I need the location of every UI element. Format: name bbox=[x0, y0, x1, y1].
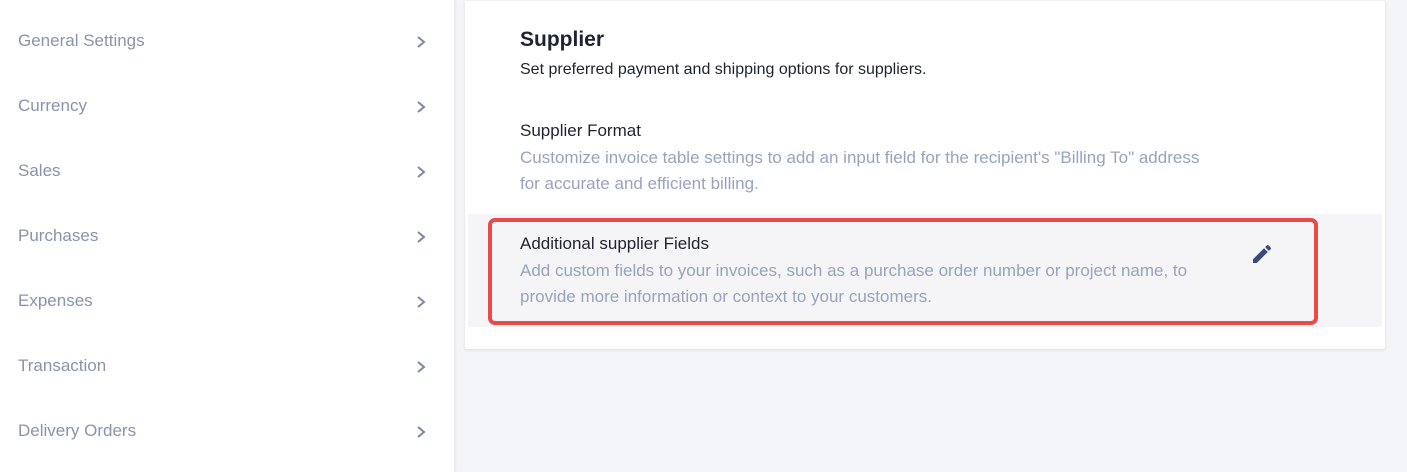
sidebar-item-label: Sales bbox=[18, 161, 61, 180]
sidebar-item-currency[interactable]: Currency bbox=[0, 75, 454, 140]
chevron-right-icon bbox=[417, 101, 426, 113]
settings-sidebar: General Settings Currency Sales Purchase… bbox=[0, 0, 454, 472]
supplier-settings-card: Supplier Set preferred payment and shipp… bbox=[465, 1, 1385, 349]
sidebar-item-label: Expenses bbox=[18, 291, 93, 310]
sidebar-item-label: General Settings bbox=[18, 31, 145, 50]
sidebar-item-purchases[interactable]: Purchases bbox=[0, 205, 454, 270]
sidebar-item-label: Transaction bbox=[18, 356, 107, 375]
setting-title: Additional supplier Fields bbox=[520, 234, 709, 253]
sidebar-item-expenses[interactable]: Expenses bbox=[0, 270, 454, 335]
setting-description: Customize invoice table settings to add … bbox=[520, 148, 1200, 193]
sidebar-item-label: Delivery Orders bbox=[18, 421, 137, 440]
sidebar-item-label: Currency bbox=[18, 96, 87, 115]
page-title: Supplier bbox=[520, 28, 605, 51]
page-subtitle: Set preferred payment and shipping optio… bbox=[520, 61, 927, 78]
chevron-right-icon bbox=[417, 36, 426, 48]
chevron-right-icon bbox=[417, 426, 426, 438]
chevron-right-icon bbox=[417, 361, 426, 373]
setting-additional-supplier-fields[interactable]: Additional supplier Fields Add custom fi… bbox=[468, 214, 1382, 327]
chevron-right-icon bbox=[417, 166, 426, 178]
setting-description: Add custom fields to your invoices, such… bbox=[520, 261, 1188, 306]
chevron-right-icon bbox=[417, 296, 426, 308]
chevron-right-icon bbox=[417, 231, 426, 243]
setting-title: Supplier Format bbox=[520, 121, 641, 140]
sidebar-item-sales[interactable]: Sales bbox=[0, 140, 454, 205]
sidebar-item-general-settings[interactable]: General Settings bbox=[0, 10, 454, 75]
sidebar-item-transaction[interactable]: Transaction bbox=[0, 335, 454, 400]
pencil-icon[interactable] bbox=[1250, 242, 1274, 266]
sidebar-item-delivery-orders[interactable]: Delivery Orders bbox=[0, 400, 454, 465]
sidebar-item-label: Purchases bbox=[18, 226, 99, 245]
setting-supplier-format[interactable]: Supplier Format Customize invoice table … bbox=[465, 111, 1383, 211]
